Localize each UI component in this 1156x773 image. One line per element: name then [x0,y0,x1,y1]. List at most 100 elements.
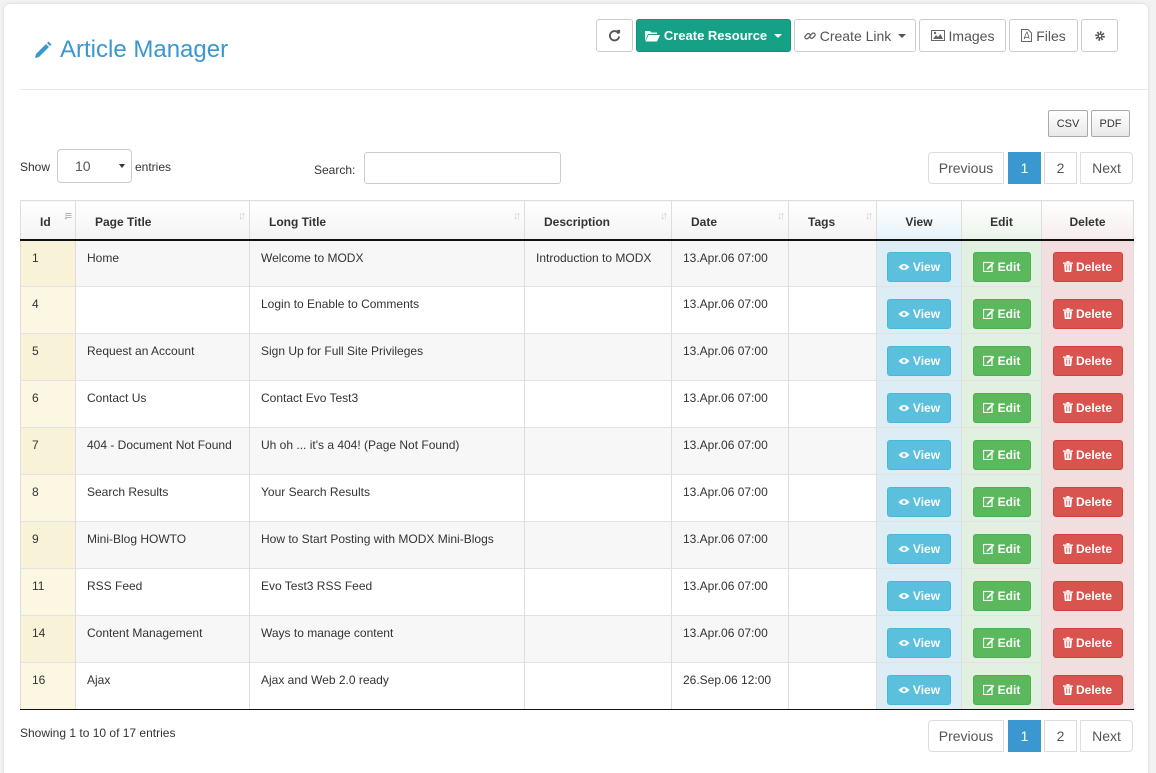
cell-page-title: Content Management [75,615,250,663]
column-header-date[interactable]: Date ↓↑ [671,200,789,241]
next-button[interactable]: Next [1080,720,1133,752]
images-label: Images [948,27,995,44]
table-row: 5 Request an Account Sign Up for Full Site… [20,333,1134,381]
edit-button[interactable]: Edit [972,392,1031,423]
edit-icon [982,308,994,319]
delete-button[interactable]: Delete [1052,392,1123,423]
table-row: 11 RSS Feed Evo Test3 RSS Feed 13.Apr.06 07… [20,568,1134,616]
previous-button[interactable]: Previous [928,152,1004,184]
files-label: Files [1036,27,1066,44]
sort-icon: ↓↑ [660,210,668,222]
create-link-button[interactable]: Create Link [794,19,916,52]
cell-page-title: Contact Us [75,380,250,428]
table-body: 1 Home Welcome to MODX Introduction to MODX… [20,239,1134,710]
export-csv-button[interactable]: CSV [1048,110,1088,137]
cell-long-title: Evo Test3 RSS Feed [249,568,525,616]
refresh-button[interactable] [596,19,633,52]
cell-page-title: Home [75,239,250,287]
chevron-down-icon [119,164,125,168]
edit-icon [982,637,994,648]
trash-icon [1062,496,1073,507]
view-button[interactable]: View [887,298,951,329]
cell-id: 4 [20,286,76,334]
view-button[interactable]: View [887,439,951,470]
delete-button[interactable]: Delete [1052,674,1123,705]
images-button[interactable]: Images [919,19,1006,52]
delete-button[interactable]: Delete [1052,439,1123,470]
edit-button-label: Edit [997,588,1021,603]
delete-button[interactable]: Delete [1052,251,1123,282]
view-button-label: View [912,682,941,697]
edit-button[interactable]: Edit [972,251,1031,282]
page-2-button[interactable]: 2 [1044,720,1077,752]
cell-page-title: RSS Feed [75,568,250,616]
sort-asc-icon: ↓≡ [63,210,72,222]
cell-view: View [876,239,962,287]
table-row: 14 Content Management Ways to manage conte… [20,615,1134,663]
delete-button[interactable]: Delete [1052,580,1123,611]
edit-button[interactable]: Edit [972,486,1031,517]
view-button[interactable]: View [887,674,951,705]
settings-button[interactable] [1081,19,1118,52]
files-button[interactable]: Files [1009,19,1078,52]
view-button[interactable]: View [887,345,951,376]
delete-button[interactable]: Delete [1052,533,1123,564]
delete-button-label: Delete [1075,588,1113,603]
edit-icon [982,590,994,601]
cell-description [524,474,672,522]
edit-button[interactable]: Edit [972,533,1031,564]
cell-long-title: Sign Up for Full Site Privileges [249,333,525,381]
delete-button[interactable]: Delete [1052,298,1123,329]
view-button[interactable]: View [887,627,951,658]
page-title-text: Article Manager [60,36,229,63]
view-button[interactable]: View [887,392,951,423]
edit-button-label: Edit [997,635,1021,650]
edit-button[interactable]: Edit [972,580,1031,611]
view-button[interactable]: View [887,533,951,564]
create-resource-label: Create Resource [663,28,768,43]
column-header-description[interactable]: Description ↓↑ [524,200,672,241]
edit-button[interactable]: Edit [972,674,1031,705]
edit-button[interactable]: Edit [972,627,1031,658]
cell-view: View [876,521,962,569]
edit-button[interactable]: Edit [972,345,1031,376]
page-1-button[interactable]: 1 [1008,720,1041,752]
cell-tags [788,333,877,381]
view-button[interactable]: View [887,486,951,517]
column-header-long-title[interactable]: Long Title ↓↑ [249,200,525,241]
search-label: Search: [314,163,356,177]
previous-button[interactable]: Previous [928,720,1004,752]
articles-table: Id ↓≡ Page Title ↓↑ Long Title ↓↑ Descripti… [20,200,1134,710]
view-button[interactable]: View [887,580,951,611]
cell-date: 13.Apr.06 07:00 [671,286,789,334]
column-header-view: View [876,200,962,241]
table-info: Showing 1 to 10 of 17 entries [20,726,176,740]
cell-edit: Edit [961,333,1042,381]
column-header-tags[interactable]: Tags ↓↑ [788,200,877,241]
view-button-label: View [912,447,941,462]
delete-button[interactable]: Delete [1052,627,1123,658]
cell-delete: Delete [1041,333,1134,381]
view-button-label: View [912,635,941,650]
entries-select[interactable]: 10 [57,149,132,183]
export-pdf-button[interactable]: PDF [1091,110,1130,137]
delete-button[interactable]: Delete [1052,345,1123,376]
search-input[interactable] [364,152,561,184]
cell-tags [788,380,877,428]
page-2-button[interactable]: 2 [1044,152,1077,184]
cell-long-title: Your Search Results [249,474,525,522]
next-button[interactable]: Next [1080,152,1133,184]
edit-button[interactable]: Edit [972,439,1031,470]
column-header-page-title[interactable]: Page Title ↓↑ [75,200,250,241]
delete-button[interactable]: Delete [1052,486,1123,517]
view-button[interactable]: View [887,251,951,282]
create-resource-button[interactable]: Create Resource [636,19,791,52]
trash-icon [1062,261,1073,273]
eye-icon [898,404,910,411]
show-label: Show [20,160,51,174]
page-1-button[interactable]: 1 [1008,152,1041,184]
column-header-id[interactable]: Id ↓≡ [20,200,76,241]
delete-button-label: Delete [1075,541,1113,556]
edit-button[interactable]: Edit [972,298,1031,329]
cell-tags [788,427,877,475]
